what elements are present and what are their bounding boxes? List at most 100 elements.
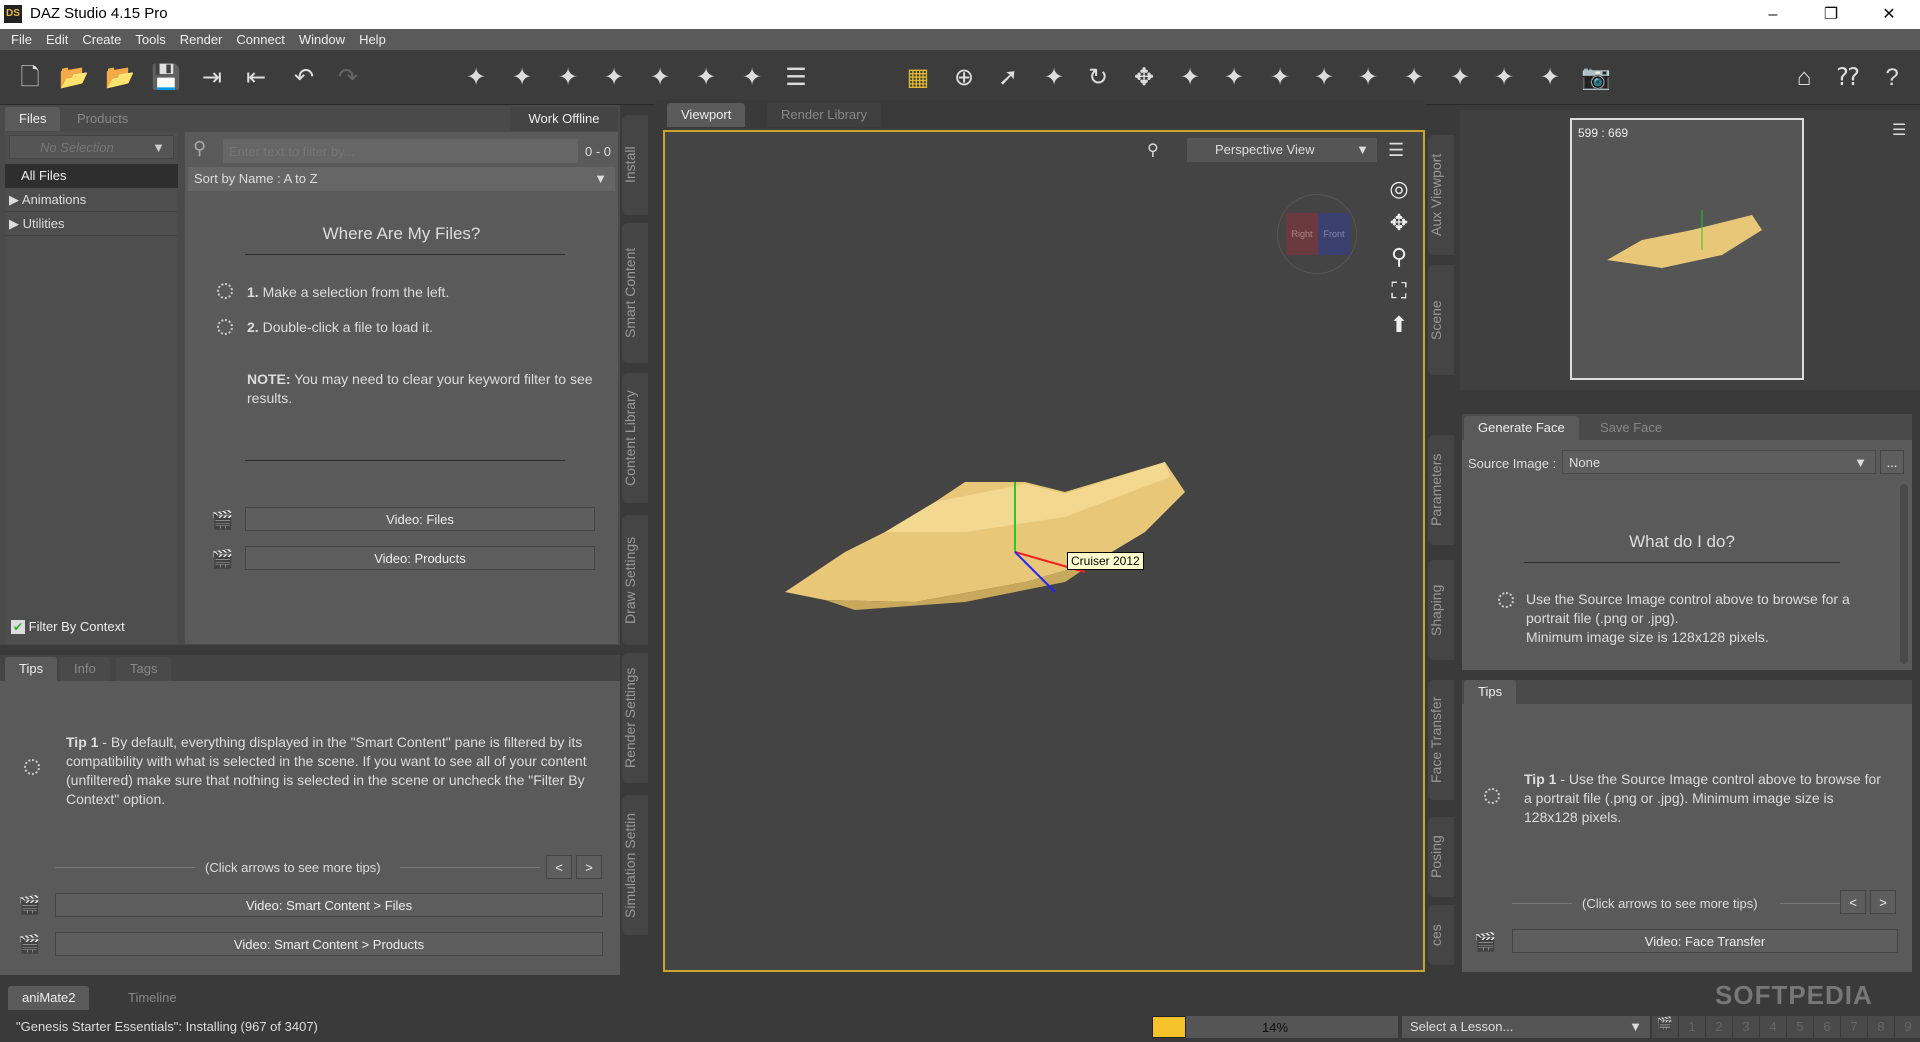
redo-icon[interactable]: ↷ xyxy=(332,62,364,94)
menu-connect[interactable]: Connect xyxy=(229,29,291,50)
lesson-video-icon[interactable]: 🎬 xyxy=(1652,1016,1678,1038)
tab-generate-face[interactable]: Generate Face xyxy=(1464,416,1579,440)
menu-file[interactable]: File xyxy=(4,29,39,50)
side-tab-posing[interactable]: Posing xyxy=(1428,817,1454,897)
close-button[interactable]: ✕ xyxy=(1860,0,1918,29)
side-tab-smart-content[interactable]: Smart Content xyxy=(622,223,648,363)
cube-face-right[interactable]: Right xyxy=(1286,213,1318,255)
universal-tool-icon[interactable]: ⊕ xyxy=(948,62,980,94)
side-tab-install[interactable]: Install xyxy=(622,115,648,215)
selection-dropdown[interactable]: No Selection ▼ xyxy=(9,135,174,159)
menu-create[interactable]: Create xyxy=(75,29,128,50)
next-tip-button[interactable]: > xyxy=(1870,890,1896,914)
work-offline-button[interactable]: Work Offline xyxy=(510,107,618,131)
undo-icon[interactable]: ↶ xyxy=(288,62,320,94)
side-tab-shaping[interactable]: Shaping xyxy=(1428,560,1454,660)
viewport-3d[interactable]: Perspective View ▼ ⚲ ☰ ◎ ✥ ⚲ ⛶ ⬆ Right Front … xyxy=(663,130,1425,972)
new-null-icon[interactable]: ✦ xyxy=(736,62,768,94)
new-linear-light-icon[interactable]: ✦ xyxy=(644,62,676,94)
aux-view[interactable]: 599 : 669 xyxy=(1570,118,1804,380)
video-files-button[interactable]: Video: Files xyxy=(245,507,595,531)
source-image-dropdown[interactable]: None ▼ xyxy=(1562,450,1876,474)
view-cube[interactable]: Right Front xyxy=(1277,194,1357,274)
new-primitive-icon[interactable]: ✦ xyxy=(690,62,722,94)
new-file-icon[interactable]: 🗋 xyxy=(14,62,46,94)
tab-animate2[interactable]: aniMate2 xyxy=(8,986,90,1010)
video-smart-content-products-button[interactable]: Video: Smart Content > Products xyxy=(55,932,603,956)
cube-face-front[interactable]: Front xyxy=(1318,213,1350,255)
side-tab-ces[interactable]: ces xyxy=(1428,905,1454,965)
lesson-page-button[interactable]: 9 xyxy=(1895,1016,1920,1038)
lesson-page-button[interactable]: 8 xyxy=(1868,1016,1894,1038)
video-products-button[interactable]: Video: Products xyxy=(245,546,595,570)
sort-dropdown[interactable]: Sort by Name : A to Z ▼ xyxy=(188,167,615,191)
scrollbar[interactable] xyxy=(1900,484,1908,664)
import-icon[interactable]: ⇥ xyxy=(196,62,228,94)
tab-render-library[interactable]: Render Library xyxy=(767,103,881,127)
side-tab-aux-viewport[interactable]: Aux Viewport xyxy=(1428,135,1454,255)
prev-tip-button[interactable]: < xyxy=(1840,890,1866,914)
joint-editor-icon[interactable]: ✦ xyxy=(1218,62,1250,94)
home-view-icon[interactable]: ⬆ xyxy=(1385,308,1413,342)
video-face-transfer-button[interactable]: Video: Face Transfer xyxy=(1512,929,1898,953)
camera-icon[interactable]: 📷 xyxy=(1580,62,1612,94)
tab-files[interactable]: Files xyxy=(5,107,61,131)
spot-render-icon[interactable]: ✦ xyxy=(1488,62,1520,94)
lesson-page-button[interactable]: 6 xyxy=(1814,1016,1840,1038)
tab-products[interactable]: Products xyxy=(63,107,143,131)
prev-tip-button[interactable]: < xyxy=(546,855,572,879)
zoom-icon[interactable]: ⚲ xyxy=(1385,240,1413,274)
select-icon[interactable]: ➚ xyxy=(992,62,1024,94)
lesson-page-button[interactable]: 2 xyxy=(1706,1016,1732,1038)
tab-viewport[interactable]: Viewport xyxy=(667,103,746,127)
tree-item-utilities[interactable]: ▶ Utilities xyxy=(5,212,178,236)
tab-tips[interactable]: Tips xyxy=(1464,680,1517,704)
tree-item-animations[interactable]: ▶ Animations xyxy=(5,188,178,212)
render-icon[interactable]: ✦ xyxy=(1444,62,1476,94)
tree-item-all-files[interactable]: All Files xyxy=(5,164,178,188)
render-settings-icon[interactable]: ▦ xyxy=(902,62,934,94)
lesson-dropdown[interactable]: Select a Lesson... ▼ xyxy=(1402,1016,1650,1038)
menu-tools[interactable]: Tools xyxy=(128,29,172,50)
orbit-icon[interactable]: ◎ xyxy=(1385,172,1413,206)
export-icon[interactable]: ⇤ xyxy=(240,62,272,94)
save-icon[interactable]: 💾 xyxy=(150,62,182,94)
lesson-page-button[interactable]: 1 xyxy=(1679,1016,1705,1038)
merge-file-icon[interactable]: 📂 xyxy=(104,62,136,94)
whats-this-icon[interactable]: ⁇ xyxy=(1832,62,1864,94)
figure-setup-icon[interactable]: ✦ xyxy=(1352,62,1384,94)
menu-icon[interactable]: ☰ xyxy=(1892,120,1906,140)
rotate-icon[interactable]: ↻ xyxy=(1082,62,1114,94)
filter-by-context-checkbox[interactable]: ✔ Filter By Context xyxy=(11,619,125,634)
scale-icon[interactable]: ✦ xyxy=(1174,62,1206,94)
side-tab-draw-settings[interactable]: Draw Settings xyxy=(622,515,648,645)
side-tab-scene[interactable]: Scene xyxy=(1428,265,1454,375)
menu-render[interactable]: Render xyxy=(173,29,230,50)
side-tab-content-library[interactable]: Content Library xyxy=(622,373,648,503)
help-icon[interactable]: ? xyxy=(1876,62,1908,94)
tab-tags[interactable]: Tags xyxy=(116,657,172,681)
pan-icon[interactable]: ✥ xyxy=(1385,206,1413,240)
open-file-icon[interactable]: 📂 xyxy=(58,62,90,94)
new-distant-light-icon[interactable]: ✦ xyxy=(598,62,630,94)
side-tab-parameters[interactable]: Parameters xyxy=(1428,435,1454,545)
tab-tips[interactable]: Tips xyxy=(5,657,58,681)
surface-selection-icon[interactable]: ✦ xyxy=(1308,62,1340,94)
lesson-page-button[interactable]: 4 xyxy=(1760,1016,1786,1038)
home-icon[interactable]: ⌂ xyxy=(1788,62,1820,94)
pin-icon[interactable]: ⚲ xyxy=(1147,140,1159,160)
frame-icon[interactable]: ⛶ xyxy=(1385,274,1413,308)
restore-button[interactable]: ❐ xyxy=(1802,0,1860,29)
tab-timeline[interactable]: Timeline xyxy=(114,986,191,1010)
side-tab-simulation-settin[interactable]: Simulation Settin xyxy=(622,795,648,935)
side-tab-render-settings[interactable]: Render Settings xyxy=(622,653,648,783)
align-icon[interactable]: ☰ xyxy=(780,62,812,94)
new-pointlight-icon[interactable]: ✦ xyxy=(552,62,584,94)
video-smart-content-files-button[interactable]: Video: Smart Content > Files xyxy=(55,893,603,917)
new-spotlight-icon[interactable]: ✦ xyxy=(506,62,538,94)
tab-save-face[interactable]: Save Face xyxy=(1586,416,1677,440)
next-tip-button[interactable]: > xyxy=(576,855,602,879)
lesson-page-button[interactable]: 5 xyxy=(1787,1016,1813,1038)
menu-window[interactable]: Window xyxy=(292,29,352,50)
morph-icon[interactable]: ✦ xyxy=(1264,62,1296,94)
